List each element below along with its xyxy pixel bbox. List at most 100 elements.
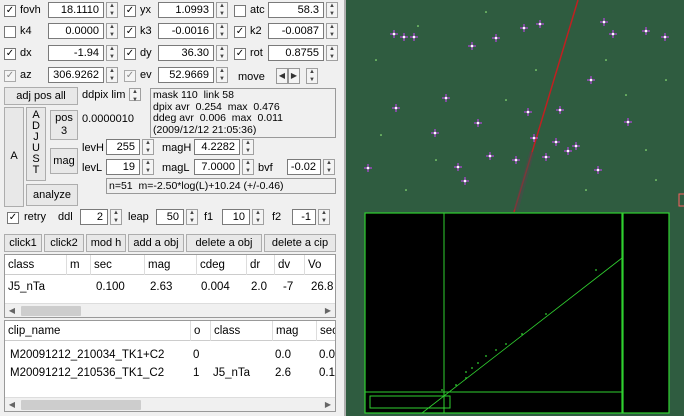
col-clip-mag[interactable]: mag	[273, 321, 317, 341]
analyze-button[interactable]: analyze	[26, 184, 78, 206]
bvf-input[interactable]: -0.02	[287, 159, 321, 175]
mag-button[interactable]: mag	[50, 148, 78, 174]
magH-spinner[interactable]	[242, 139, 254, 155]
dx-spinner[interactable]	[106, 45, 118, 61]
dy-spinner[interactable]	[216, 45, 228, 61]
k4-input[interactable]: 0.0000	[48, 23, 104, 39]
dx-checkbox[interactable]: ✓	[4, 48, 16, 60]
fovh-checkbox[interactable]: ✓	[4, 5, 16, 17]
a-button[interactable]: A	[4, 107, 24, 207]
add-obj-button[interactable]: add a obj	[128, 234, 184, 252]
magL-spinner[interactable]	[242, 159, 254, 175]
col-m[interactable]: m	[67, 255, 91, 275]
clip-table-scrollbar[interactable]: ◀ ▶	[5, 397, 335, 411]
click2-button[interactable]: click2	[44, 234, 84, 252]
scroll-left-icon[interactable]: ◀	[5, 304, 19, 317]
atc-input[interactable]: 58.3	[268, 2, 324, 18]
dy-checkbox[interactable]: ✓	[124, 48, 136, 60]
adjust-button[interactable]: A D J U S T	[26, 107, 46, 181]
col-clip-class[interactable]: class	[211, 321, 273, 341]
ev-spinner[interactable]	[216, 67, 228, 83]
k2-checkbox[interactable]: ✓	[234, 26, 246, 38]
fovh-spinner[interactable]	[106, 2, 118, 18]
levH-input[interactable]: 255	[106, 139, 140, 155]
col-clip-sec[interactable]: sec	[317, 321, 335, 341]
k3-checkbox[interactable]: ✓	[124, 26, 136, 38]
object-table[interactable]: class m sec mag cdeg dr dv Vo J5_nTa 0.1…	[4, 254, 336, 318]
col-o[interactable]: o	[191, 321, 211, 341]
col-class[interactable]: class	[5, 255, 67, 275]
faint-stars	[375, 11, 667, 191]
scroll-thumb[interactable]	[21, 306, 81, 316]
rot-input[interactable]: 0.8755	[268, 45, 324, 61]
delete-cip-button[interactable]: delete a cip	[264, 234, 336, 252]
move-left-button[interactable]: ◀	[276, 68, 288, 84]
leap-spinner[interactable]	[186, 209, 198, 225]
click1-button[interactable]: click1	[4, 234, 42, 252]
star-core	[402, 35, 406, 39]
magH-input[interactable]: 4.2282	[194, 139, 240, 155]
az-spinner[interactable]	[106, 67, 118, 83]
levL-input[interactable]: 19	[106, 159, 140, 175]
atc-checkbox[interactable]	[234, 5, 246, 17]
retry-checkbox[interactable]: ✓	[7, 212, 19, 224]
adj-pos-all-button[interactable]: adj pos all	[4, 87, 78, 105]
pos3-button[interactable]: pos 3	[50, 110, 78, 140]
az-checkbox[interactable]: ✓	[4, 70, 16, 82]
scroll-right-icon[interactable]: ▶	[321, 304, 335, 317]
ev-input[interactable]: 52.9669	[158, 67, 214, 83]
col-cdeg[interactable]: cdeg	[197, 255, 247, 275]
f2-input[interactable]: -1	[292, 209, 316, 225]
scroll-thumb[interactable]	[21, 400, 141, 410]
clip-table[interactable]: clip_name o class mag sec M20091212_2100…	[4, 320, 336, 412]
k2-input[interactable]: -0.0087	[268, 23, 324, 39]
k4-checkbox[interactable]	[4, 26, 16, 38]
dy-input[interactable]: 36.30	[158, 45, 214, 61]
delete-obj-button[interactable]: delete a obj	[186, 234, 262, 252]
levL-spinner[interactable]	[142, 159, 154, 175]
col-dr[interactable]: dr	[247, 255, 275, 275]
atc-spinner[interactable]	[326, 2, 338, 18]
scroll-left-icon[interactable]: ◀	[5, 398, 19, 411]
fit-point	[505, 343, 507, 345]
ddl-spinner[interactable]	[110, 209, 122, 225]
col-sec[interactable]: sec	[91, 255, 145, 275]
dx-input[interactable]: -1.94	[48, 45, 104, 61]
k4-spinner[interactable]	[106, 23, 118, 39]
star-core	[476, 121, 480, 125]
fovh-input[interactable]: 18.1110	[48, 2, 104, 18]
scroll-right-icon[interactable]: ▶	[321, 398, 335, 411]
k3-spinner[interactable]	[216, 23, 228, 39]
magL-input[interactable]: 7.0000	[194, 159, 240, 175]
levH-spinner[interactable]	[142, 139, 154, 155]
yx-input[interactable]: 1.0993	[158, 2, 214, 18]
rot-spinner[interactable]	[326, 45, 338, 61]
cell-dr: 2.0	[251, 281, 267, 293]
col-vo[interactable]: Vo	[305, 255, 335, 275]
f1-spinner[interactable]	[252, 209, 264, 225]
k3-input[interactable]: -0.0016	[158, 23, 214, 39]
yx-checkbox[interactable]: ✓	[124, 5, 136, 17]
leap-input[interactable]: 50	[156, 209, 184, 225]
col-dv[interactable]: dv	[275, 255, 305, 275]
bvf-spinner[interactable]	[323, 159, 335, 175]
az-input[interactable]: 306.9262	[48, 67, 104, 83]
move-right-button[interactable]: ▶	[288, 68, 300, 84]
ddpix-lim-spinner[interactable]	[129, 88, 141, 104]
object-table-scrollbar[interactable]: ◀ ▶	[5, 303, 335, 317]
rot-checkbox[interactable]: ✓	[234, 48, 246, 60]
col-clip-name[interactable]: clip_name	[5, 321, 191, 341]
ddl-input[interactable]: 2	[80, 209, 108, 225]
sky-image-view[interactable]	[346, 0, 684, 416]
col-mag[interactable]: mag	[145, 255, 197, 275]
f1-label: f1	[204, 211, 214, 223]
f1-input[interactable]: 10	[222, 209, 250, 225]
mod-h-button[interactable]: mod h	[86, 234, 126, 252]
fit-point	[477, 362, 479, 364]
k2-spinner[interactable]	[326, 23, 338, 39]
yx-spinner[interactable]	[216, 2, 228, 18]
ev-checkbox[interactable]: ✓	[124, 70, 136, 82]
move-spinner[interactable]	[306, 68, 318, 84]
faint-star	[405, 189, 407, 191]
f2-spinner[interactable]	[318, 209, 330, 225]
